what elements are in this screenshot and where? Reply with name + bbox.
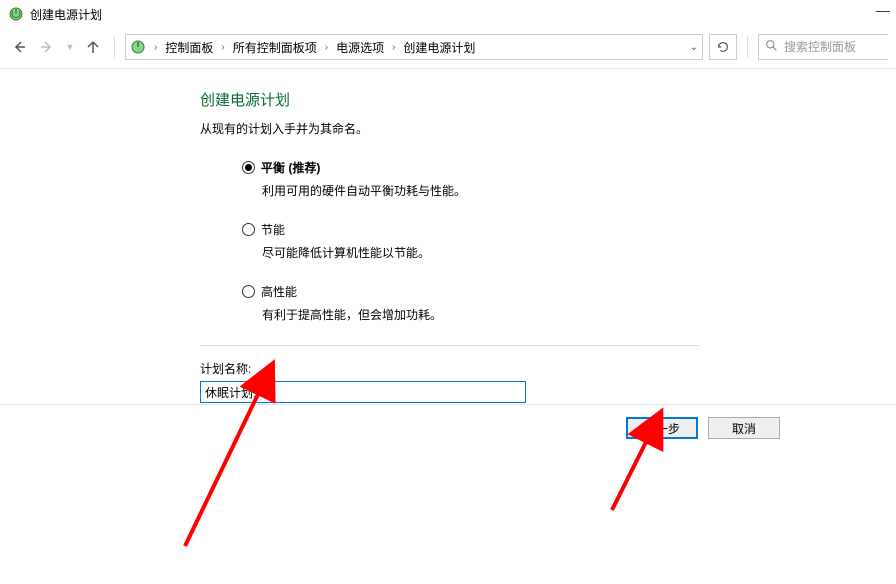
- chevron-right-icon: ›: [150, 42, 161, 53]
- power-plan-icon: [130, 39, 146, 55]
- refresh-button[interactable]: [709, 34, 737, 60]
- navbar: ▼ › 控制面板 › 所有控制面板项 › 电源选项 › 创建电源计划 ⌄: [0, 28, 896, 66]
- option-desc: 有利于提高性能，但会增加功耗。: [262, 306, 720, 323]
- option-desc: 尽可能降低计算机性能以节能。: [262, 244, 720, 261]
- power-plan-icon: [8, 6, 24, 22]
- search-icon: [765, 39, 778, 55]
- window-title: 创建电源计划: [30, 6, 102, 23]
- footer: 下一步 取消: [0, 404, 896, 451]
- window-controls: —: [876, 2, 890, 18]
- forward-button[interactable]: [36, 36, 58, 58]
- radio-powersaver[interactable]: [242, 223, 255, 236]
- option-powersaver[interactable]: 节能 尽可能降低计算机性能以节能。: [242, 221, 720, 261]
- titlebar: 创建电源计划 —: [0, 0, 896, 28]
- minimize-button[interactable]: —: [876, 2, 890, 18]
- search-input[interactable]: [784, 40, 864, 54]
- option-label: 平衡 (推荐): [261, 159, 320, 176]
- chevron-down-icon[interactable]: ⌄: [690, 42, 698, 53]
- up-button[interactable]: [82, 36, 104, 58]
- breadcrumb[interactable]: › 控制面板 › 所有控制面板项 › 电源选项 › 创建电源计划 ⌄: [125, 34, 703, 60]
- plan-name-label: 计划名称:: [200, 360, 720, 377]
- recent-dropdown-icon[interactable]: ▼: [64, 36, 76, 58]
- option-desc: 利用可用的硬件自动平衡功耗与性能。: [262, 182, 720, 199]
- option-highperf[interactable]: 高性能 有利于提高性能，但会增加功耗。: [242, 283, 720, 323]
- page-title: 创建电源计划: [200, 89, 720, 110]
- plan-name-input[interactable]: [200, 381, 526, 403]
- chevron-right-icon: ›: [321, 42, 332, 53]
- divider: [747, 36, 748, 58]
- option-label: 高性能: [261, 283, 297, 300]
- divider: [114, 36, 115, 58]
- chevron-right-icon: ›: [217, 42, 228, 53]
- back-button[interactable]: [8, 36, 30, 58]
- divider: [200, 345, 700, 346]
- breadcrumb-item[interactable]: 控制面板: [163, 37, 215, 58]
- breadcrumb-item[interactable]: 电源选项: [334, 37, 386, 58]
- option-label: 节能: [261, 221, 285, 238]
- radio-highperf[interactable]: [242, 285, 255, 298]
- cancel-button[interactable]: 取消: [708, 417, 780, 439]
- option-balanced[interactable]: 平衡 (推荐) 利用可用的硬件自动平衡功耗与性能。: [242, 159, 720, 199]
- radio-balanced[interactable]: [242, 161, 255, 174]
- chevron-right-icon: ›: [388, 42, 399, 53]
- page-subtitle: 从现有的计划入手并为其命名。: [200, 120, 720, 137]
- next-button[interactable]: 下一步: [626, 417, 698, 439]
- main-content: 创建电源计划 从现有的计划入手并为其命名。 平衡 (推荐) 利用可用的硬件自动平…: [0, 69, 720, 403]
- breadcrumb-item[interactable]: 所有控制面板项: [231, 37, 319, 58]
- breadcrumb-item[interactable]: 创建电源计划: [401, 37, 477, 58]
- search-box[interactable]: [758, 34, 888, 60]
